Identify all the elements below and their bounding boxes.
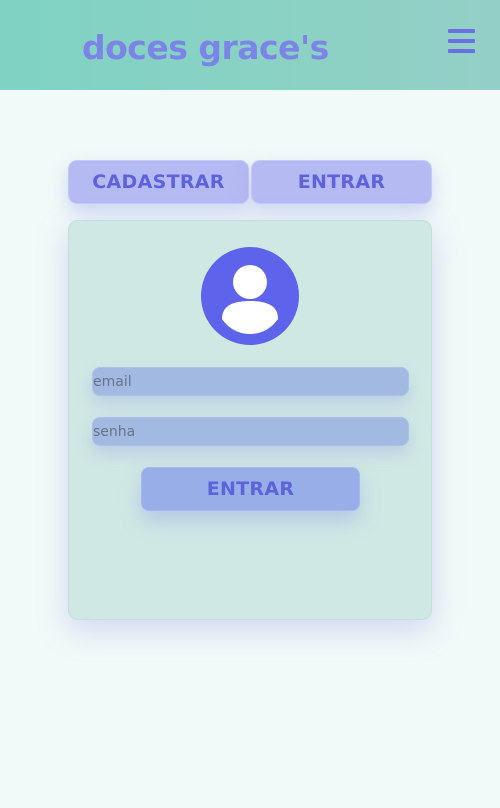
menu-bar bbox=[448, 29, 475, 33]
brand-title[interactable]: doces grace's bbox=[82, 28, 329, 67]
password-field[interactable] bbox=[92, 417, 409, 446]
menu-bar bbox=[448, 39, 475, 43]
top-header: doces grace's bbox=[0, 0, 500, 90]
menu-bar bbox=[448, 49, 475, 53]
hamburger-menu-icon[interactable] bbox=[448, 29, 476, 53]
email-field[interactable] bbox=[92, 367, 409, 396]
user-avatar-icon bbox=[201, 247, 299, 345]
login-card: ENTRAR bbox=[68, 220, 432, 620]
tab-entrar[interactable]: ENTRAR bbox=[251, 160, 432, 204]
login-submit-button[interactable]: ENTRAR bbox=[141, 467, 360, 511]
tab-cadastrar[interactable]: CADASTRAR bbox=[68, 160, 249, 204]
